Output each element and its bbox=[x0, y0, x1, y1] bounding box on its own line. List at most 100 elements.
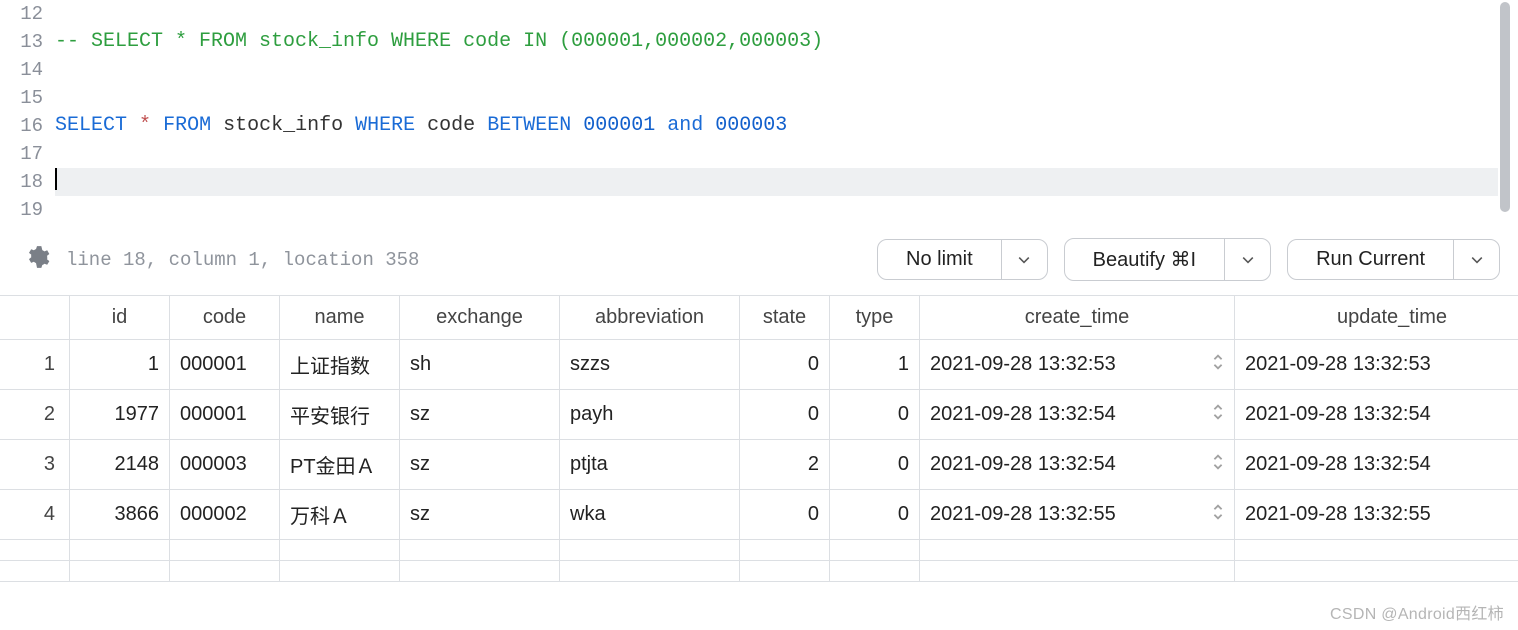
beautify-button[interactable]: Beautify ⌘I bbox=[1064, 238, 1271, 281]
cell-type[interactable]: 0 bbox=[830, 440, 920, 490]
cell-name[interactable]: 万科Ａ bbox=[280, 490, 400, 540]
empty-cell bbox=[70, 561, 170, 582]
cell-name[interactable]: PT金田Ａ bbox=[280, 440, 400, 490]
sql-editor[interactable]: 12 13 14 15 16 17 18 19 -- SELECT * FROM… bbox=[0, 0, 1518, 224]
empty-cell bbox=[740, 561, 830, 582]
line-gutter: 12 13 14 15 16 17 18 19 bbox=[0, 0, 55, 224]
editor-scrollbar[interactable] bbox=[1500, 2, 1510, 212]
cell-exchange[interactable]: sz bbox=[400, 490, 560, 540]
column-header-code[interactable]: code bbox=[170, 296, 280, 340]
cell-abbreviation[interactable]: ptjta bbox=[560, 440, 740, 490]
row-number: 3 bbox=[0, 440, 70, 490]
run-current-label[interactable]: Run Current bbox=[1288, 240, 1453, 279]
stepper-icon[interactable] bbox=[1212, 503, 1224, 527]
cell-exchange[interactable]: sz bbox=[400, 390, 560, 440]
empty-cell bbox=[1235, 540, 1518, 561]
chevron-down-icon[interactable] bbox=[1001, 240, 1047, 279]
cell-update-time[interactable]: 2021-09-28 13:32:54 bbox=[1235, 440, 1518, 490]
cell-code[interactable]: 000001 bbox=[170, 390, 280, 440]
cell-update-time[interactable]: 2021-09-28 13:32:54 bbox=[1235, 390, 1518, 440]
empty-cell bbox=[920, 540, 1235, 561]
line-number: 14 bbox=[0, 56, 43, 84]
watermark: CSDN @Android西红柿 bbox=[1330, 600, 1504, 624]
limit-label[interactable]: No limit bbox=[878, 240, 1001, 279]
chevron-down-icon[interactable] bbox=[1453, 240, 1499, 279]
cell-exchange[interactable]: sz bbox=[400, 440, 560, 490]
cell-id[interactable]: 1977 bbox=[70, 390, 170, 440]
cell-type[interactable]: 0 bbox=[830, 390, 920, 440]
cell-abbreviation[interactable]: payh bbox=[560, 390, 740, 440]
code-area[interactable]: -- SELECT * FROM stock_info WHERE code I… bbox=[55, 0, 1518, 224]
empty-cell bbox=[70, 540, 170, 561]
limit-dropdown[interactable]: No limit bbox=[877, 239, 1048, 280]
cell-exchange[interactable]: sh bbox=[400, 340, 560, 390]
cell-code[interactable]: 000002 bbox=[170, 490, 280, 540]
sql-query-line: SELECT * FROM stock_info WHERE code BETW… bbox=[55, 112, 1498, 140]
results-grid[interactable]: idcodenameexchangeabbreviationstatetypec… bbox=[0, 296, 1518, 582]
empty-cell bbox=[280, 540, 400, 561]
cell-abbreviation[interactable]: wka bbox=[560, 490, 740, 540]
line-number: 12 bbox=[0, 0, 43, 28]
column-header-state[interactable]: state bbox=[740, 296, 830, 340]
empty-cell bbox=[740, 540, 830, 561]
row-number: 1 bbox=[0, 340, 70, 390]
empty-cell bbox=[830, 540, 920, 561]
empty-cell bbox=[170, 540, 280, 561]
run-current-button[interactable]: Run Current bbox=[1287, 239, 1500, 280]
cell-state[interactable]: 2 bbox=[740, 440, 830, 490]
row-number: 2 bbox=[0, 390, 70, 440]
row-number bbox=[0, 540, 70, 561]
row-number bbox=[0, 561, 70, 582]
cell-state[interactable]: 0 bbox=[740, 340, 830, 390]
cell-name[interactable]: 平安银行 bbox=[280, 390, 400, 440]
cell-type[interactable]: 0 bbox=[830, 490, 920, 540]
column-header-type[interactable]: type bbox=[830, 296, 920, 340]
cell-create-time[interactable]: 2021-09-28 13:32:54 bbox=[920, 390, 1235, 440]
line-number: 18 bbox=[0, 168, 43, 196]
row-number-header bbox=[0, 296, 70, 340]
cell-id[interactable]: 1 bbox=[70, 340, 170, 390]
stepper-icon[interactable] bbox=[1212, 453, 1224, 477]
line-number: 15 bbox=[0, 84, 43, 112]
beautify-label[interactable]: Beautify ⌘I bbox=[1065, 239, 1224, 280]
chevron-down-icon[interactable] bbox=[1224, 239, 1270, 280]
empty-cell bbox=[920, 561, 1235, 582]
line-number: 17 bbox=[0, 140, 43, 168]
empty-cell bbox=[560, 561, 740, 582]
column-header-id[interactable]: id bbox=[70, 296, 170, 340]
cursor-status: line 18, column 1, location 358 bbox=[66, 249, 419, 271]
empty-cell bbox=[400, 540, 560, 561]
cell-create-time[interactable]: 2021-09-28 13:32:53 bbox=[920, 340, 1235, 390]
stepper-icon[interactable] bbox=[1212, 403, 1224, 427]
column-header-name[interactable]: name bbox=[280, 296, 400, 340]
empty-cell bbox=[1235, 561, 1518, 582]
cell-create-time[interactable]: 2021-09-28 13:32:55 bbox=[920, 490, 1235, 540]
cell-id[interactable]: 2148 bbox=[70, 440, 170, 490]
cell-update-time[interactable]: 2021-09-28 13:32:55 bbox=[1235, 490, 1518, 540]
cell-type[interactable]: 1 bbox=[830, 340, 920, 390]
sql-comment: -- SELECT * FROM stock_info WHERE code I… bbox=[55, 30, 823, 53]
empty-cell bbox=[400, 561, 560, 582]
empty-cell bbox=[830, 561, 920, 582]
cell-state[interactable]: 0 bbox=[740, 490, 830, 540]
column-header-abbreviation[interactable]: abbreviation bbox=[560, 296, 740, 340]
gear-icon[interactable] bbox=[24, 244, 50, 276]
cell-id[interactable]: 3866 bbox=[70, 490, 170, 540]
cell-create-time[interactable]: 2021-09-28 13:32:54 bbox=[920, 440, 1235, 490]
stepper-icon[interactable] bbox=[1212, 353, 1224, 377]
column-header-create_time[interactable]: create_time bbox=[920, 296, 1235, 340]
cell-code[interactable]: 000003 bbox=[170, 440, 280, 490]
empty-cell bbox=[560, 540, 740, 561]
cell-code[interactable]: 000001 bbox=[170, 340, 280, 390]
cell-update-time[interactable]: 2021-09-28 13:32:53 bbox=[1235, 340, 1518, 390]
cell-state[interactable]: 0 bbox=[740, 390, 830, 440]
column-header-update_time[interactable]: update_time bbox=[1235, 296, 1518, 340]
cell-abbreviation[interactable]: szzs bbox=[560, 340, 740, 390]
column-header-exchange[interactable]: exchange bbox=[400, 296, 560, 340]
cell-name[interactable]: 上证指数 bbox=[280, 340, 400, 390]
empty-cell bbox=[170, 561, 280, 582]
editor-toolbar: line 18, column 1, location 358 No limit… bbox=[0, 224, 1518, 296]
cursor-line[interactable] bbox=[55, 168, 1498, 196]
empty-cell bbox=[280, 561, 400, 582]
line-number: 16 bbox=[0, 112, 43, 140]
